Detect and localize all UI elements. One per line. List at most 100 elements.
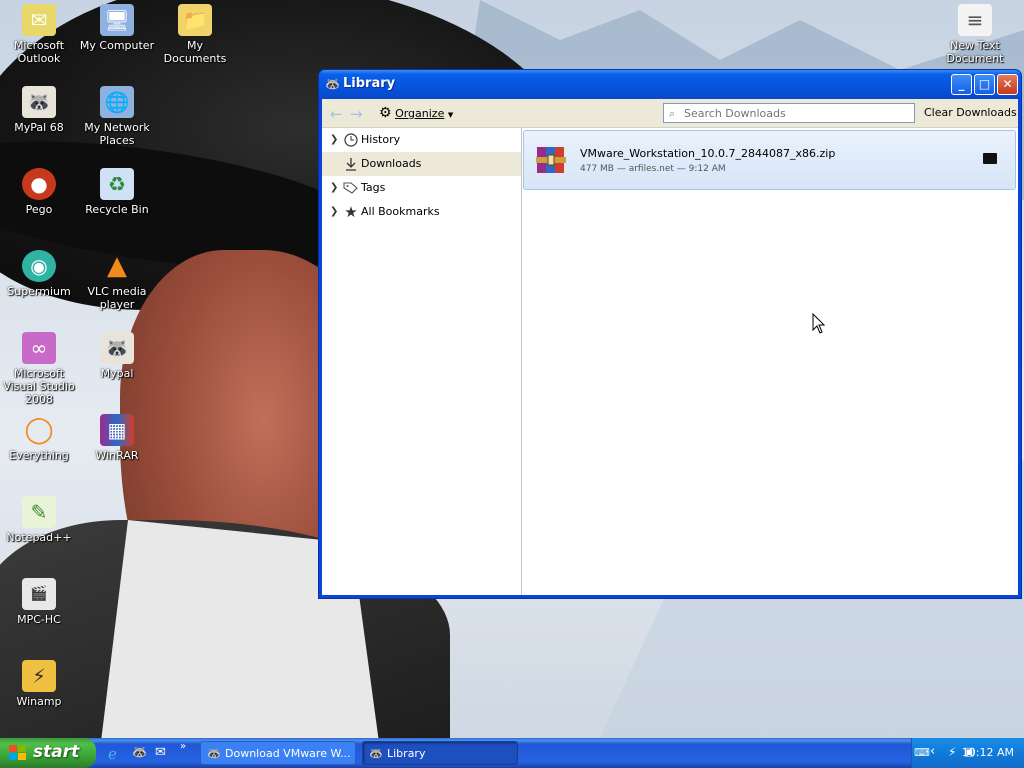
text-document-icon: ≡ <box>958 4 992 36</box>
clock[interactable]: 10:12 AM <box>962 746 1014 759</box>
desktop-icon-recycle-bin[interactable]: ♻ Recycle Bin <box>78 168 156 216</box>
expand-chevron-icon[interactable]: ❯ <box>330 128 338 152</box>
star-icon: ★ <box>344 203 358 221</box>
window-client: ← → ⚙ Organize ▼ ⌕ Clear Downloads ❯ His… <box>322 99 1018 595</box>
window-titlebar[interactable]: 🦝 Library _ □ ✕ <box>319 70 1021 99</box>
desktop-icon-outlook[interactable]: ✉ Microsoft Outlook <box>0 4 78 65</box>
icon-label: WinRAR <box>95 449 139 462</box>
desktop-icon-mpc-hc[interactable]: 🎬 MPC-HC <box>0 578 78 626</box>
library-window: 🦝 Library _ □ ✕ ← → ⚙ Organize ▼ ⌕ Clear… <box>318 69 1022 599</box>
start-button[interactable]: start <box>0 738 96 768</box>
open-folder-icon[interactable] <box>983 153 997 164</box>
winamp-icon: ⚡ <box>22 660 56 692</box>
system-tray: ⌨ ‹ ⚡ ▣ 10:12 AM <box>911 738 1024 768</box>
icon-label: New Text Document <box>946 39 1004 65</box>
pego-icon: ● <box>22 168 56 200</box>
download-item[interactable]: VMware_Workstation_10.0.7_2844087_x86.zi… <box>523 130 1016 190</box>
ie-icon[interactable]: ℯ <box>108 745 124 763</box>
start-label: start <box>33 742 80 762</box>
notepadpp-icon: ✎ <box>22 496 56 528</box>
taskbar-task-download-vmware[interactable]: 🦝 Download VMware W... <box>200 741 356 765</box>
sidebar-item-all-bookmarks[interactable]: ❯ ★ All Bookmarks <box>322 200 521 224</box>
taskbar: start ℯ 🦝 ✉ » 🦝 Download VMware W... 🦝 L… <box>0 738 1024 768</box>
desktop-icon-winrar[interactable]: ▦ WinRAR <box>78 414 156 462</box>
desktop-icon-new-text-document[interactable]: ≡ New Text Document <box>936 4 1014 65</box>
my-documents-icon: 📁 <box>178 4 212 36</box>
icon-label: Winamp <box>16 695 62 708</box>
mypal-icon: 🦝 <box>100 332 134 364</box>
icon-label: My Documents <box>163 39 227 65</box>
icon-label: Everything <box>9 449 69 462</box>
gear-icon: ⚙ <box>379 105 392 121</box>
desktop-icon-winamp[interactable]: ⚡ Winamp <box>0 660 78 708</box>
icon-label: MPC-HC <box>17 613 61 626</box>
winamp-tray-icon[interactable]: ⚡ <box>948 745 956 759</box>
icon-label: Mypal <box>100 367 134 380</box>
organize-label: Organize <box>395 107 445 120</box>
minimize-button[interactable]: _ <box>951 74 972 95</box>
desktop-icon-supermium[interactable]: ◉ Supermium <box>0 250 78 298</box>
mouse-cursor-icon <box>812 313 826 334</box>
taskbar-task-library[interactable]: 🦝 Library <box>362 741 518 765</box>
my-computer-icon: 🖥 <box>100 4 134 36</box>
task-label: Download VMware W... <box>225 747 351 760</box>
expand-chevron-icon[interactable]: ❯ <box>330 200 338 224</box>
desktop-icon-mypal[interactable]: 🦝 Mypal <box>78 332 156 380</box>
icon-label: Supermium <box>7 285 71 298</box>
outlook-express-icon[interactable]: ✉ <box>155 745 171 761</box>
sidebar-item-tags[interactable]: ❯ Tags <box>322 176 521 200</box>
desktop-icon-everything[interactable]: ◯ Everything <box>0 414 78 463</box>
download-filename: VMware_Workstation_10.0.7_2844087_x86.zi… <box>580 147 836 160</box>
mypal-icon: 🦝 <box>369 747 383 760</box>
library-toolbar: ← → ⚙ Organize ▼ ⌕ Clear Downloads <box>322 99 1018 128</box>
sidebar-item-downloads[interactable]: Downloads <box>322 152 521 176</box>
icon-label: Recycle Bin <box>85 203 149 216</box>
sidebar-item-label: All Bookmarks <box>361 205 440 218</box>
organize-button[interactable]: ⚙ Organize ▼ <box>379 105 453 121</box>
window-title: Library <box>343 76 396 91</box>
back-arrow-icon[interactable]: ← <box>330 105 343 123</box>
sidebar-item-label: History <box>361 133 401 146</box>
quicklaunch-chevron-icon[interactable]: » <box>180 741 196 757</box>
winrar-icon: ▦ <box>100 414 134 446</box>
clock-icon <box>343 128 359 152</box>
search-icon: ⌕ <box>669 107 676 120</box>
desktop-icon-pego[interactable]: ● Pego <box>0 168 78 216</box>
icon-label: Notepad++ <box>6 531 72 544</box>
forward-arrow-icon[interactable]: → <box>350 105 363 123</box>
network-places-icon: 🌐 <box>100 86 134 118</box>
mypal-icon: 🦝 <box>325 77 340 91</box>
desktop-icon-vlc[interactable]: ▲ VLC media player <box>78 250 156 312</box>
icon-label: My Computer <box>79 39 155 52</box>
windows-flag-icon <box>9 745 26 760</box>
desktop-icon-my-network-places[interactable]: 🌐 My Network Places <box>78 86 156 147</box>
expand-chevron-icon[interactable]: ❯ <box>330 176 338 200</box>
icon-label: Pego <box>25 203 53 216</box>
desktop-icon-notepadpp[interactable]: ✎ Notepad++ <box>0 496 78 544</box>
icon-label: Microsoft Visual Studio 2008 <box>3 367 75 406</box>
keyboard-icon[interactable]: ⌨ <box>914 746 930 759</box>
icon-label: My Network Places <box>84 121 150 147</box>
sidebar-item-label: Downloads <box>361 157 422 170</box>
desktop-icon-mypal-68[interactable]: 🦝 MyPal 68 <box>0 86 78 134</box>
sidebar-item-history[interactable]: ❯ History <box>322 128 521 152</box>
recycle-bin-icon: ♻ <box>100 168 134 200</box>
icon-label: MyPal 68 <box>14 121 64 134</box>
desktop-icon-visual-studio[interactable]: ∞ Microsoft Visual Studio 2008 <box>0 332 78 406</box>
mypal-icon[interactable]: 🦝 <box>132 745 148 761</box>
desktop-icon-my-computer[interactable]: 🖥 My Computer <box>78 4 156 52</box>
desktop-icon-my-documents[interactable]: 📁 My Documents <box>156 4 234 65</box>
supermium-icon: ◉ <box>22 250 56 282</box>
mpc-hc-icon: 🎬 <box>22 578 56 610</box>
everything-icon: ◯ <box>24 414 54 445</box>
close-button[interactable]: ✕ <box>997 74 1018 95</box>
download-arrow-icon <box>343 152 359 176</box>
tray-expand-icon[interactable]: ‹ <box>930 744 935 759</box>
clear-downloads-button[interactable]: Clear Downloads <box>924 106 1017 119</box>
mypal-icon: 🦝 <box>207 747 221 760</box>
vlc-icon: ▲ <box>107 250 127 281</box>
maximize-button[interactable]: □ <box>974 74 995 95</box>
task-label: Library <box>387 747 426 760</box>
library-sidebar: ❯ History Downloads ❯ Tags ❯ ★ All Bookm… <box>322 128 522 595</box>
search-downloads-input[interactable] <box>663 103 915 123</box>
